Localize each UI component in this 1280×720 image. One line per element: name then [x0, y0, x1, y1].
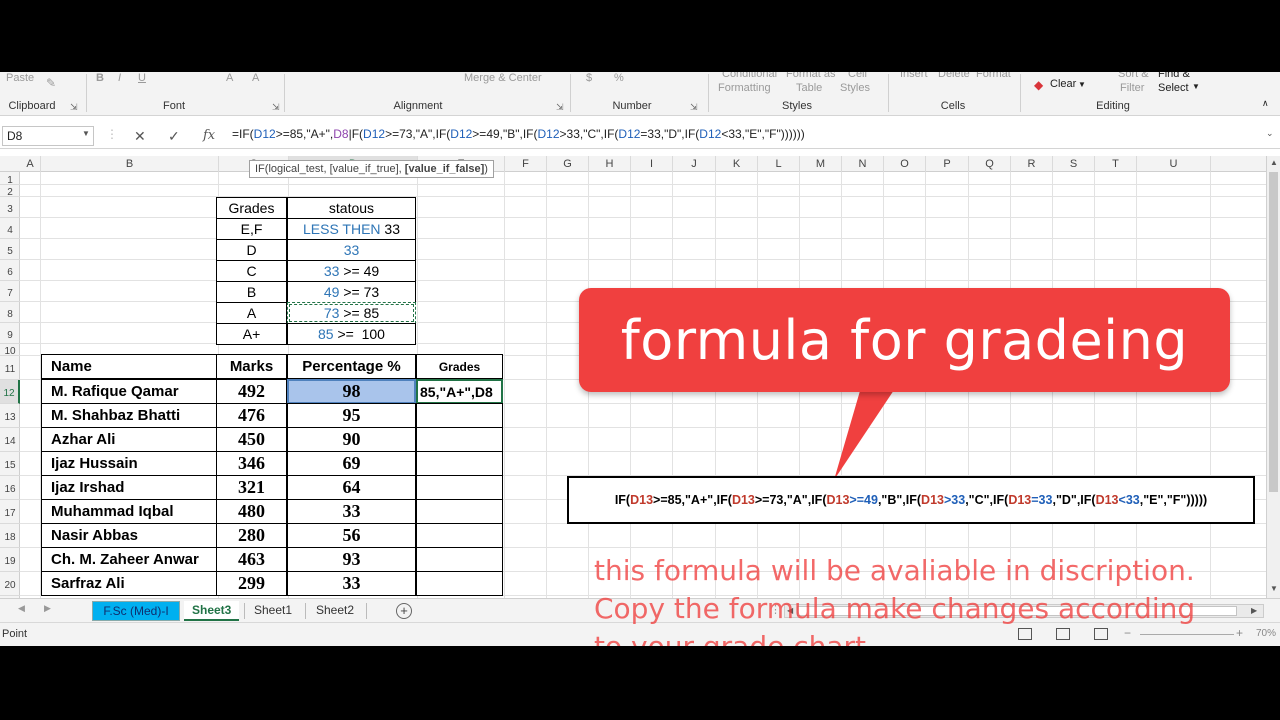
tooltip-args: IF(logical_test, [value_if_true],	[255, 163, 405, 175]
formula-segment: D13	[731, 493, 755, 507]
formula-segment: ,"C",IF(	[965, 493, 1009, 507]
callout-text: formula for gradeing	[620, 308, 1189, 372]
tooltip-end: )	[484, 163, 488, 175]
formula-segment: ,"B",IF(	[877, 493, 922, 507]
formula-segment: >=49	[849, 493, 878, 507]
formula-segment: D13	[921, 493, 944, 507]
formula-segment: IF(	[614, 493, 631, 507]
formula-segment: D13	[630, 493, 654, 507]
formula-segment: D13	[1095, 493, 1119, 507]
formula-segment: >=73,"A",IF(	[754, 493, 827, 507]
note-text: this formula will be avaliable in discri…	[594, 554, 1196, 646]
formula-segment: =33	[1031, 493, 1053, 507]
tooltip-current-arg: [value_if_false]	[404, 163, 485, 175]
formula-segment: >33	[943, 493, 966, 507]
excel-window: Paste ✎ B I U A A Merge & Center $ % Con…	[0, 72, 1280, 646]
formula-segment: >=85,"A+",IF(	[653, 493, 732, 507]
formula-text-box: IF(D13 >=85,"A+",IF(D13 >=73,"A",IF(D13 >=4…	[567, 476, 1255, 524]
callout-banner: formula for gradeing	[579, 288, 1230, 392]
function-tooltip: IF(logical_test, [value_if_true], [value…	[249, 160, 494, 178]
formula-segment: D13	[826, 493, 850, 507]
formula-segment: D13	[1008, 493, 1032, 507]
formula-segment: <33	[1118, 493, 1140, 507]
formula-segment: ,"D",IF(	[1052, 493, 1096, 507]
formula-segment: ,"E","F")))))	[1139, 493, 1208, 507]
